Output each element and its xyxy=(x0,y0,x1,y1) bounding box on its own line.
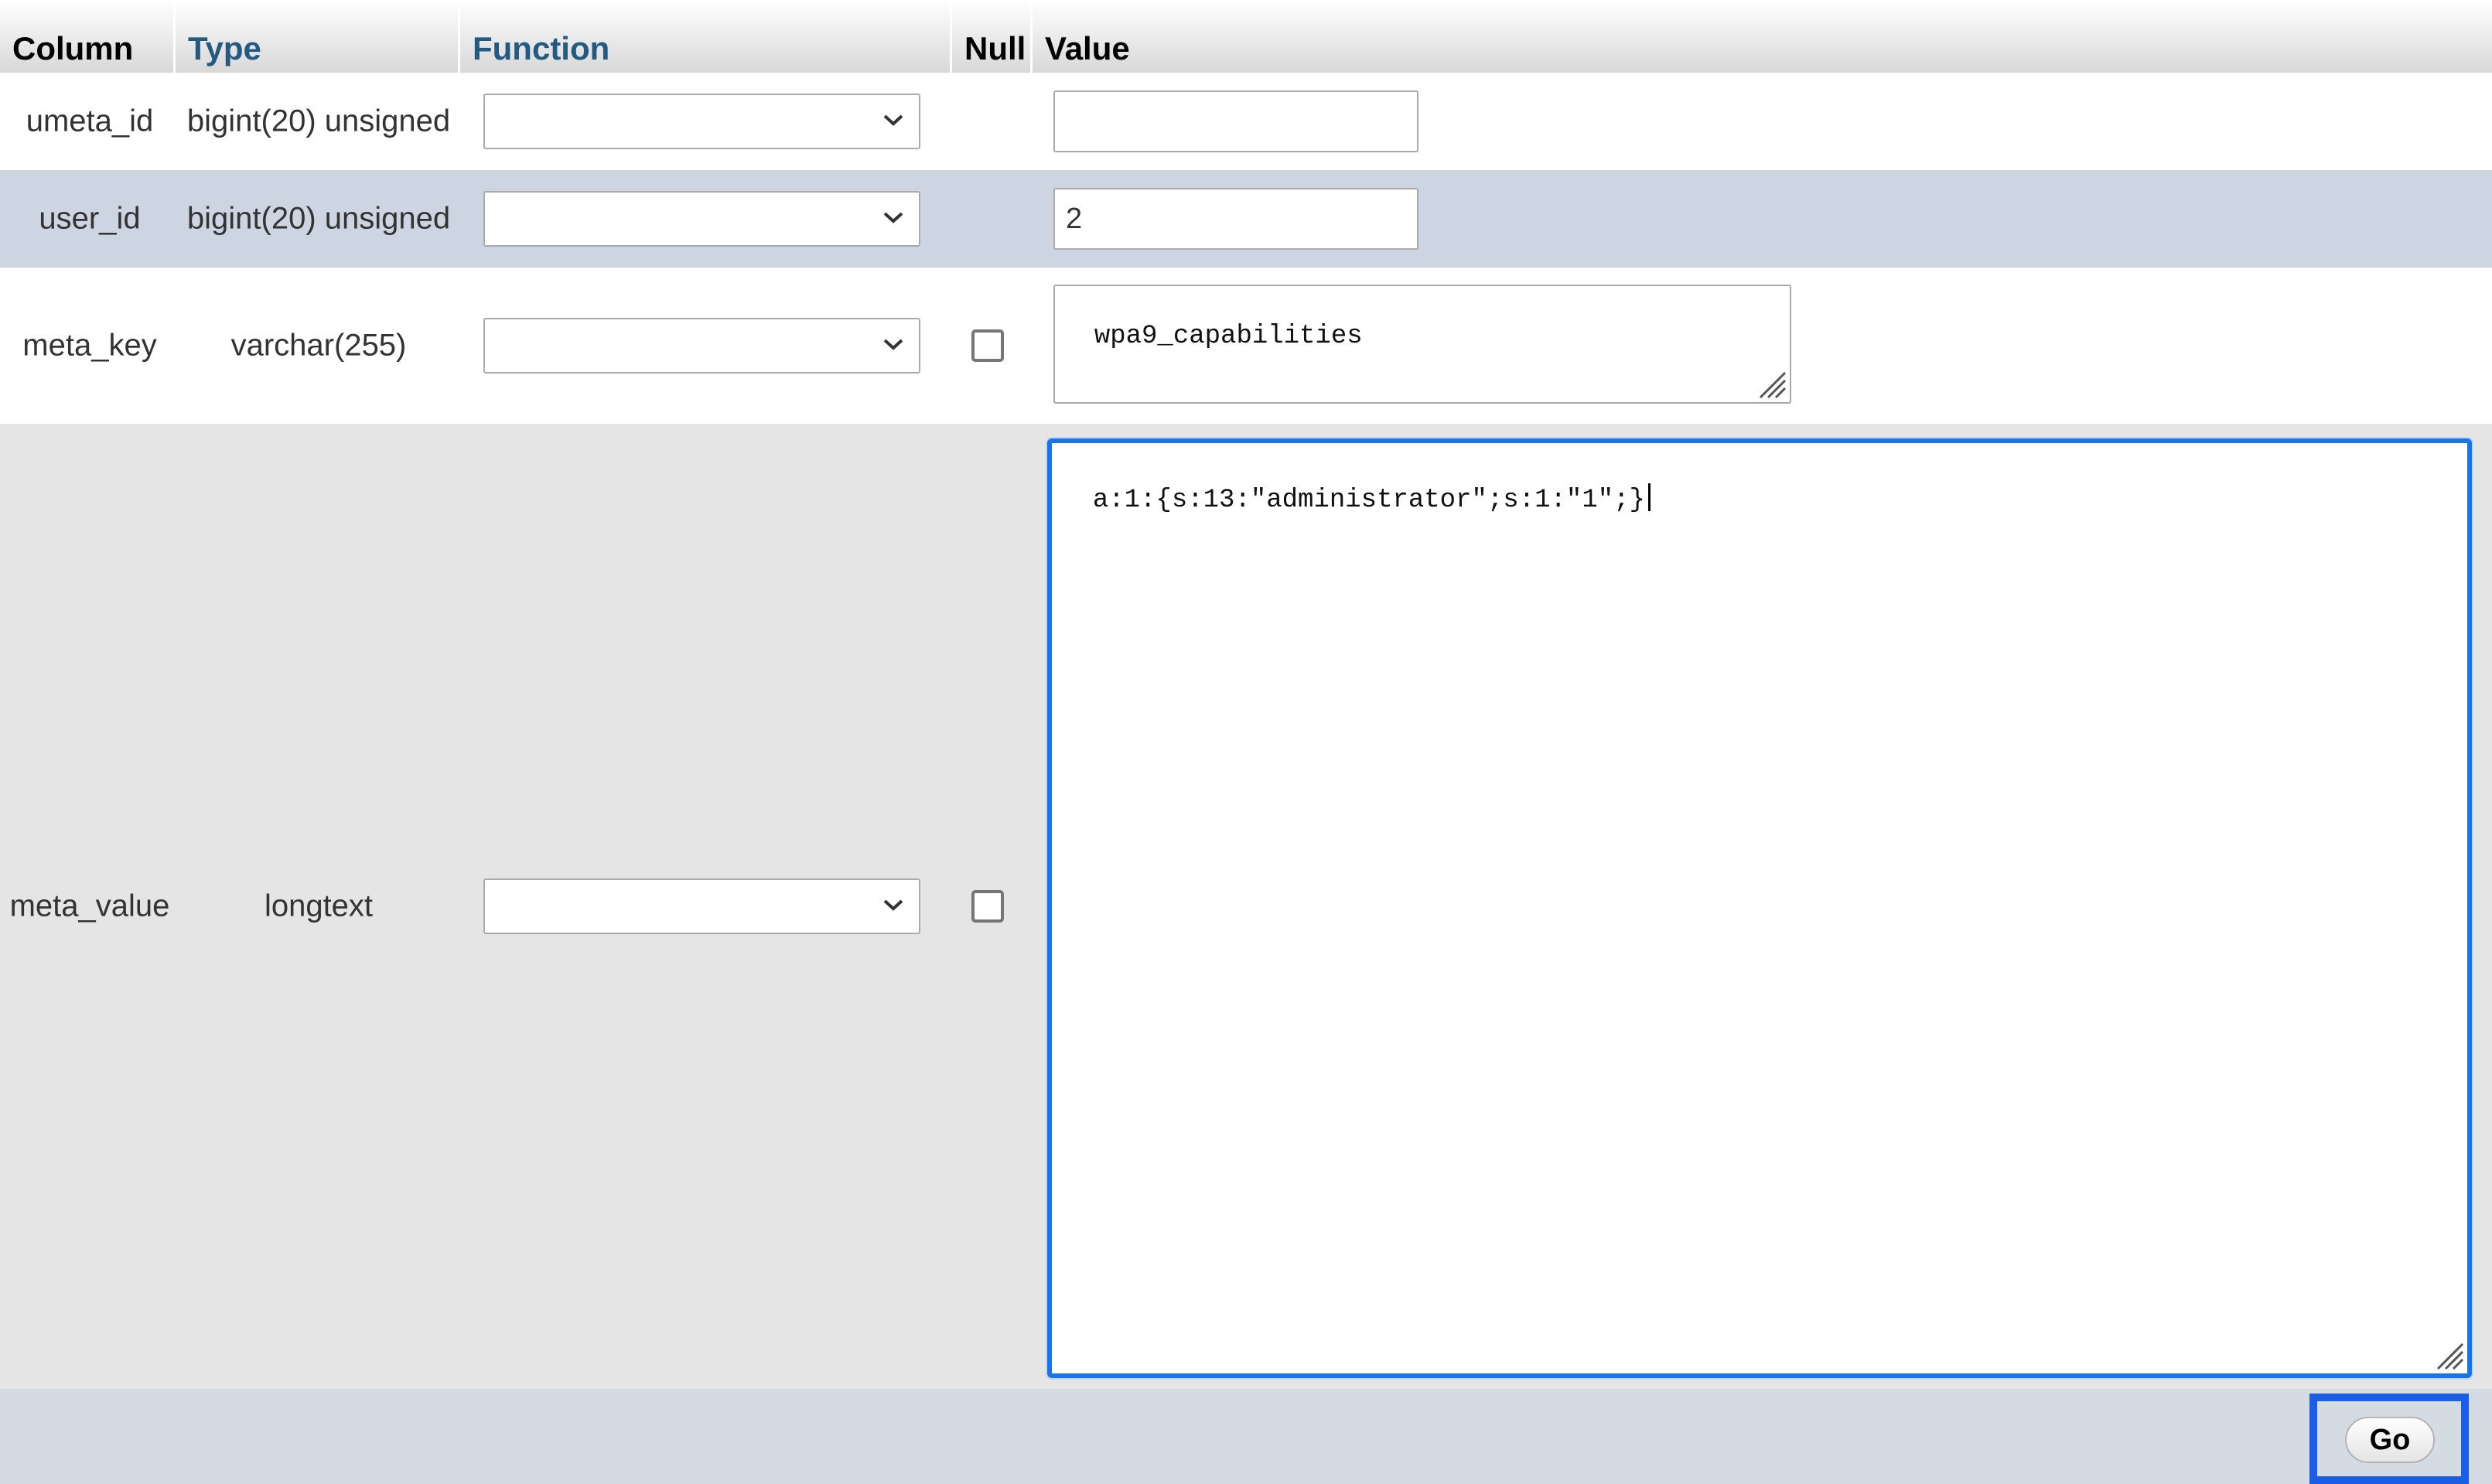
column-name: umeta_id xyxy=(26,104,154,138)
resize-grip-icon[interactable] xyxy=(2430,1336,2464,1370)
form-footer xyxy=(0,1389,2492,1484)
header-null: Null xyxy=(950,0,1030,73)
column-name: meta_key xyxy=(22,328,157,363)
table-row: umeta_id bigint(20) unsigned xyxy=(0,73,2492,170)
function-select[interactable] xyxy=(483,318,920,374)
header-column: Column xyxy=(12,30,134,67)
textarea-text: a:1:{s:13:"administrator";s:1:"1";} xyxy=(1092,486,1645,515)
resize-grip-icon[interactable] xyxy=(1753,365,1787,399)
value-textarea-meta-value[interactable]: a:1:{s:13:"administrator";s:1:"1";} xyxy=(1047,438,2472,1378)
value-input-user-id[interactable]: 2 xyxy=(1053,188,1418,250)
chevron-down-icon xyxy=(883,114,903,126)
column-type: longtext xyxy=(264,889,374,923)
text-cursor xyxy=(1647,483,1651,511)
go-button-highlight: Go xyxy=(2309,1394,2469,1484)
function-select[interactable] xyxy=(483,94,920,149)
column-type: bigint(20) unsigned xyxy=(186,201,451,236)
value-input-umeta-id[interactable] xyxy=(1053,90,1418,152)
column-name: meta_value xyxy=(9,889,170,923)
chevron-down-icon xyxy=(883,899,903,911)
header-value: Value xyxy=(1030,0,2492,73)
column-name: user_id xyxy=(39,201,141,236)
null-checkbox[interactable] xyxy=(971,329,1004,362)
column-type: bigint(20) unsigned xyxy=(186,104,451,138)
header-function-sort-link[interactable]: Function xyxy=(458,0,950,73)
go-button[interactable]: Go xyxy=(2345,1417,2435,1463)
header-type-sort-link[interactable]: Type xyxy=(173,0,458,73)
table-row: user_id bigint(20) unsigned 2 xyxy=(0,170,2492,268)
function-select[interactable] xyxy=(483,878,920,934)
value-textarea-meta-key[interactable]: wpa9_capabilities xyxy=(1053,285,1791,404)
table-header: Column Type Function Null Value xyxy=(0,0,2492,73)
function-select[interactable] xyxy=(483,191,920,247)
textarea-text: wpa9_capabilities xyxy=(1094,322,1363,351)
null-checkbox[interactable] xyxy=(971,890,1004,923)
chevron-down-icon xyxy=(883,212,903,223)
column-type: varchar(255) xyxy=(230,328,407,363)
chevron-down-icon xyxy=(883,339,903,350)
